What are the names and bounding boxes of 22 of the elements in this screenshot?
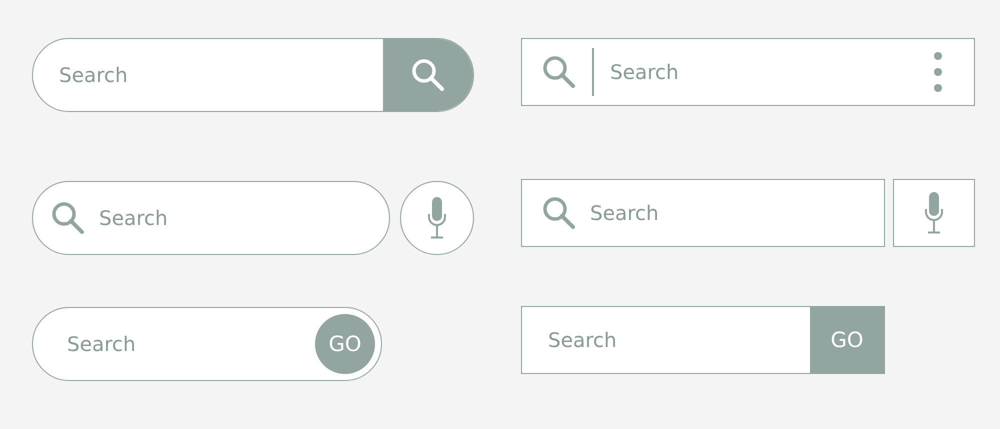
go-button[interactable]: GO	[315, 314, 375, 374]
search-bar[interactable]: Search	[32, 38, 474, 112]
microphone-icon	[427, 197, 447, 239]
search-bar[interactable]: Search GO	[521, 306, 885, 374]
voice-search-button[interactable]	[893, 179, 975, 247]
search-bar[interactable]: Search	[521, 38, 975, 106]
go-button[interactable]: GO	[810, 307, 884, 373]
search-input[interactable]: Search	[610, 52, 930, 92]
search-icon	[542, 196, 576, 230]
search-icon	[542, 55, 576, 89]
search-icon	[51, 201, 85, 235]
search-button[interactable]	[383, 39, 473, 111]
search-input[interactable]: Search	[67, 324, 315, 364]
search-bar[interactable]: Search	[32, 181, 390, 255]
microphone-icon	[924, 192, 944, 234]
search-icon	[411, 58, 445, 92]
search-input[interactable]: Search	[590, 193, 884, 233]
search-bar[interactable]: Search GO	[32, 307, 382, 381]
search-input[interactable]: Search	[548, 320, 810, 360]
search-bar[interactable]: Search	[521, 179, 885, 247]
search-input[interactable]: Search	[99, 198, 389, 238]
search-input[interactable]: Search	[59, 55, 383, 95]
